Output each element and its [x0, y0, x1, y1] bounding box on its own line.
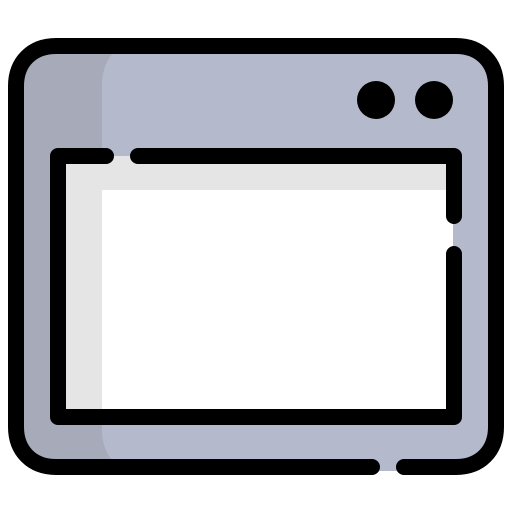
window-dot-right	[415, 81, 453, 119]
window-dot-left	[357, 81, 395, 119]
window-screen	[56, 156, 453, 417]
icon-canvas	[0, 0, 512, 512]
browser-window-icon	[8, 38, 504, 475]
